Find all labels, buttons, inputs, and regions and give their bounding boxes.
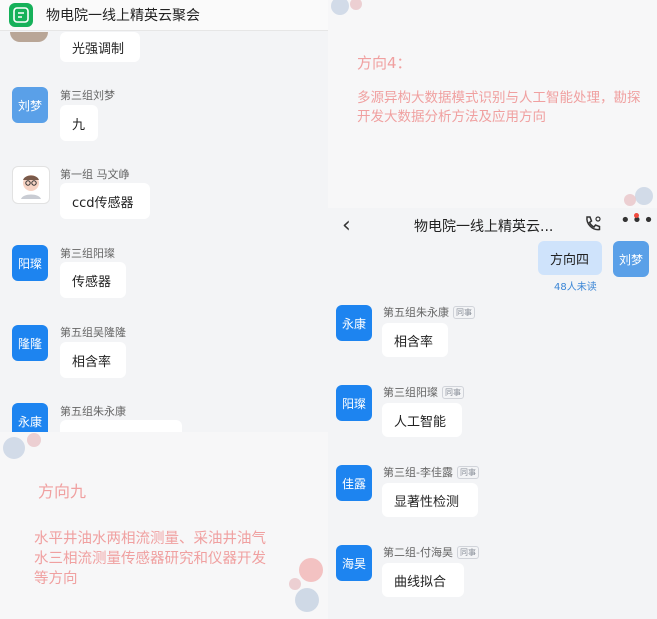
message-bubble: ccd传感器: [60, 183, 150, 219]
avatar: 佳露: [336, 465, 372, 501]
avatar: 隆隆: [12, 325, 48, 361]
sender-name: 第一组 马文峥: [60, 168, 130, 181]
message-bubble: 光强调制: [60, 32, 140, 62]
message-bubble: 显著性检测: [382, 483, 478, 517]
slide-body: 多源异构大数据模式识别与人工智能处理，勘探开发大数据分析方法及应用方向: [357, 90, 641, 125]
slide-heading: 方向4：: [357, 54, 412, 72]
slide-heading: 方向九: [38, 482, 87, 501]
notification-dot: [634, 213, 639, 218]
avatar: 阳璨: [336, 385, 372, 421]
message-bubble: [60, 420, 182, 432]
right-chat-panel: ‹ 物电院一线上精英云... ••• 方向四 刘梦 48人未读 永康 第五组朱永…: [328, 208, 657, 619]
message-bubble: 九: [60, 105, 98, 141]
avatar: [10, 32, 48, 42]
left-chat-header: 物电院一线上精英云聚会: [0, 0, 328, 31]
sender-name: 第三组阳璨 同事: [383, 384, 464, 400]
call-icon[interactable]: [583, 214, 603, 234]
right-chat-header: ‹ 物电院一线上精英云... •••: [328, 208, 657, 242]
left-chat-title: 物电院一线上精英云聚会: [46, 8, 200, 24]
colleague-tag: 同事: [453, 305, 475, 319]
avatar: 刘梦: [12, 87, 48, 123]
sender-name: 第三组-李佳露 同事: [383, 464, 479, 480]
colleague-tag: 同事: [456, 545, 479, 559]
slide-body: 水平井油水两相流测量、采油井油气水三相流测量传感器研究和仪器开发等方向: [34, 531, 266, 587]
user-portrait-icon: [21, 175, 41, 199]
sender-name: 第五组吴隆隆: [60, 326, 126, 339]
floral-decoration-icon: [289, 558, 323, 612]
back-chevron-icon[interactable]: ‹: [342, 213, 351, 238]
colleague-tag: 同事: [442, 385, 464, 399]
left-chat-panel: 物电院一线上精英云聚会 光强调制 刘梦 第三组刘梦 九 第一组 马文峥 ccd传…: [0, 0, 328, 432]
sender-name: 第三组阳璨: [60, 247, 115, 260]
avatar: 永康: [336, 305, 372, 341]
floral-decoration-icon: [331, 0, 362, 15]
sender-name: 第二组-付海昊 同事: [383, 544, 479, 560]
app-icon[interactable]: [9, 3, 33, 27]
message-bubble: 传感器: [60, 262, 126, 298]
colleague-tag: 同事: [456, 465, 479, 479]
read-status[interactable]: 48人未读: [554, 278, 597, 293]
sender-name: 第五组朱永康: [60, 405, 126, 418]
slide-direction-9: 方向九 水平井油水两相流测量、采油井油气水三相流测量传感器研究和仪器开发等方向: [0, 432, 328, 619]
floral-decoration-icon: [624, 187, 653, 206]
slide-direction-4: 方向4： 多源异构大数据模式识别与人工智能处理，勘探开发大数据分析方法及应用方向: [328, 0, 657, 208]
message-bubble: 曲线拟合: [382, 563, 464, 597]
sender-name: 第五组朱永康 同事: [383, 304, 475, 320]
sender-name: 第三组刘梦: [60, 89, 115, 102]
avatar: [12, 166, 50, 204]
avatar: 刘梦: [613, 241, 649, 277]
avatar: 海昊: [336, 545, 372, 581]
avatar: 永康: [12, 403, 48, 432]
message-bubble: 方向四: [538, 241, 602, 275]
right-chat-title: 物电院一线上精英云...: [414, 219, 554, 235]
message-bubble: 人工智能: [382, 403, 462, 437]
message-bubble: 相含率: [382, 323, 448, 357]
message-bubble: 相含率: [60, 342, 126, 378]
avatar: 阳璨: [12, 245, 48, 281]
floral-decoration-icon: [3, 433, 41, 459]
